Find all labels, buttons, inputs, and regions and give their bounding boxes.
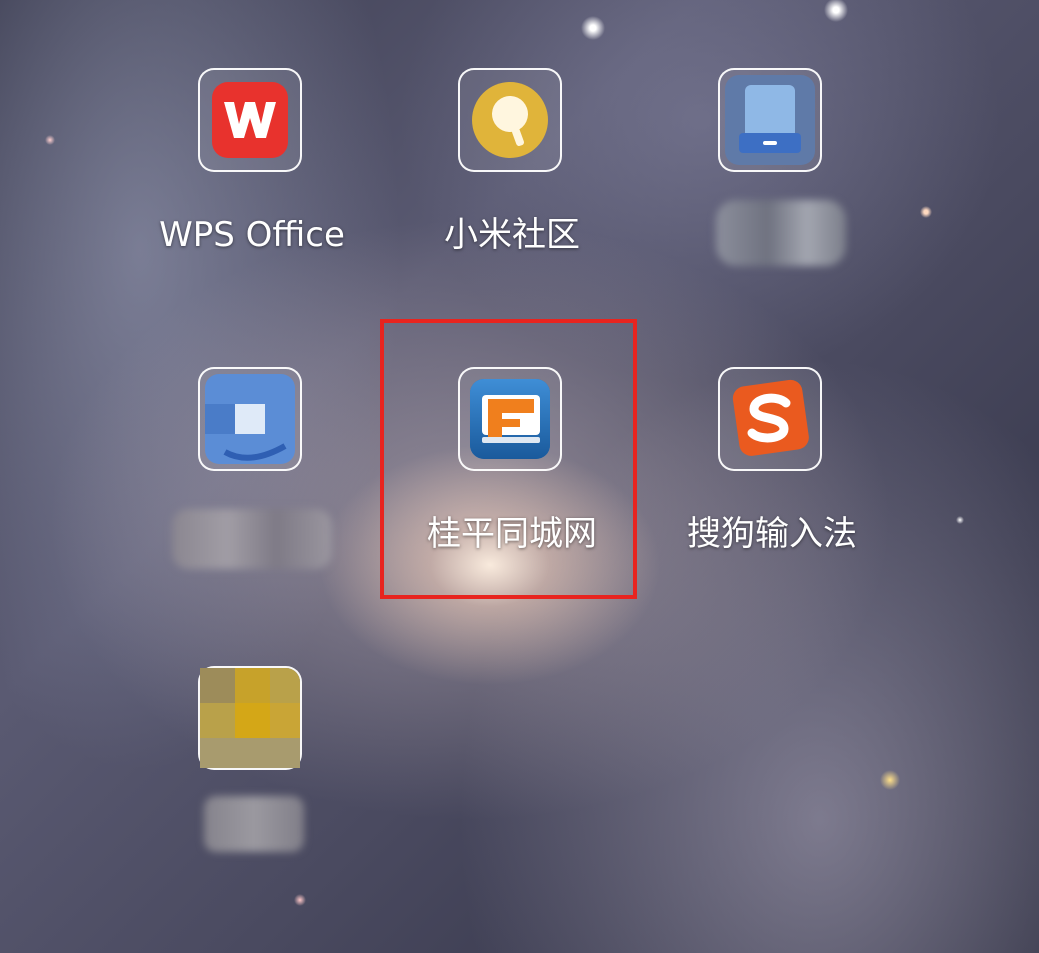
wps-office-icon — [198, 68, 302, 172]
guiping-tongcheng-icon — [458, 367, 562, 471]
app-pixelated-blue[interactable] — [152, 367, 352, 577]
app-wps-office[interactable]: WPS Office — [152, 68, 352, 278]
pixelated-blue-app-icon — [198, 367, 302, 471]
app-guiping-tongcheng[interactable]: 桂平同城网 — [412, 367, 612, 577]
xiaomi-community-icon — [458, 68, 562, 172]
app-label: 桂平同城网 — [427, 514, 597, 554]
pixelated-label — [172, 509, 332, 569]
pixelated-label — [204, 796, 304, 852]
app-label: WPS Office — [159, 215, 345, 255]
sogou-input-icon — [718, 367, 822, 471]
pixelated-yellow-app-icon — [198, 666, 302, 770]
app-pixelated-phone[interactable] — [672, 68, 872, 278]
app-label: 搜狗输入法 — [687, 514, 857, 554]
pixelated-phone-app-icon — [718, 68, 822, 172]
app-label: 小米社区 — [444, 215, 580, 255]
app-pixelated-yellow[interactable] — [152, 666, 352, 876]
pixelated-label — [716, 200, 846, 266]
app-xiaomi-community[interactable]: 小米社区 — [412, 68, 612, 278]
app-sogou-input[interactable]: 搜狗输入法 — [672, 367, 872, 577]
